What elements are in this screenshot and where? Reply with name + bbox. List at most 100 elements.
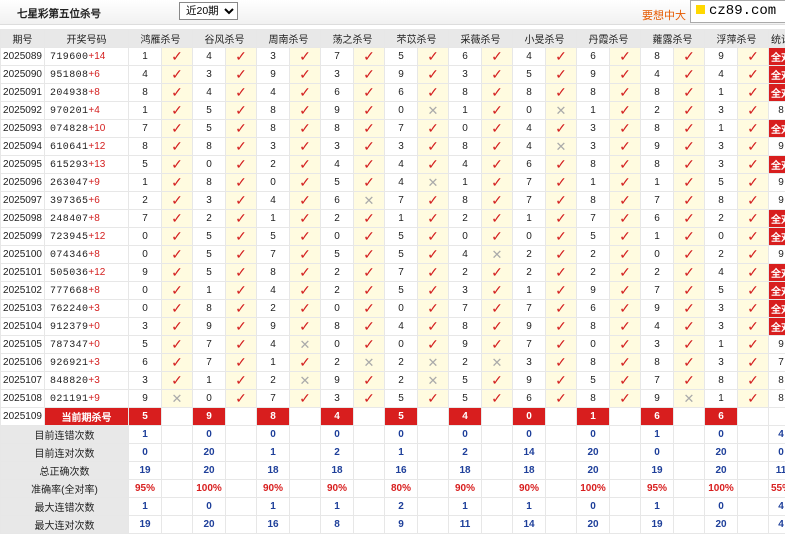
summary-blank-cell bbox=[482, 426, 513, 444]
kill-number-cell: 8 bbox=[257, 264, 290, 282]
stat-cell: 9 bbox=[769, 336, 785, 354]
summary-value: 1 bbox=[513, 498, 546, 516]
kill-number-cell: 0 bbox=[129, 282, 162, 300]
header-expert: 丹霞杀号 bbox=[577, 30, 641, 48]
promo-link[interactable]: 要想中大 bbox=[642, 7, 686, 23]
summary-blank-cell bbox=[546, 444, 577, 462]
check-icon: ✓ bbox=[491, 228, 503, 244]
kill-number-cell: 9 bbox=[577, 282, 610, 300]
current-blank-cell bbox=[162, 408, 193, 426]
summary-blank-cell bbox=[162, 480, 193, 498]
correct-mark-icon: ✓ bbox=[162, 66, 193, 84]
kill-number-cell: 3 bbox=[257, 48, 290, 66]
summary-value: 0 bbox=[577, 498, 610, 516]
kill-number-cell: 0 bbox=[641, 246, 674, 264]
kill-number-cell: 9 bbox=[705, 48, 738, 66]
check-icon: ✓ bbox=[427, 318, 439, 334]
check-icon: ✓ bbox=[299, 264, 311, 280]
kill-number-cell: 8 bbox=[193, 138, 226, 156]
watermark-square-icon bbox=[696, 5, 705, 14]
check-icon: ✓ bbox=[171, 354, 183, 370]
summary-blank-cell bbox=[162, 444, 193, 462]
summary-blank-cell bbox=[610, 426, 641, 444]
check-icon: ✓ bbox=[747, 336, 759, 352]
summary-blank-cell bbox=[738, 426, 769, 444]
summary-value: 0 bbox=[193, 426, 226, 444]
summary-value: 1 bbox=[257, 444, 290, 462]
check-icon: ✓ bbox=[491, 336, 503, 352]
period-range-select[interactable]: 近20期 bbox=[179, 2, 238, 20]
kill-number-cell: 8 bbox=[257, 120, 290, 138]
top-bar: 七星彩第五位杀号 近20期 要想中大 bbox=[0, 0, 785, 25]
check-icon: ✓ bbox=[235, 264, 247, 280]
summary-stat-value: 55% bbox=[769, 480, 785, 498]
kill-number-cell: 8 bbox=[577, 84, 610, 102]
correct-mark-icon: ✓ bbox=[226, 210, 257, 228]
kill-number-cell: 5 bbox=[193, 264, 226, 282]
kill-number-cell: 8 bbox=[257, 102, 290, 120]
wrong-mark-icon: ✕ bbox=[418, 354, 449, 372]
check-icon: ✓ bbox=[491, 120, 503, 136]
correct-mark-icon: ✓ bbox=[418, 282, 449, 300]
check-icon: ✓ bbox=[363, 372, 375, 388]
check-icon: ✓ bbox=[683, 210, 695, 226]
kill-number-cell: 9 bbox=[129, 264, 162, 282]
check-icon: ✓ bbox=[171, 210, 183, 226]
check-icon: ✓ bbox=[555, 372, 567, 388]
correct-mark-icon: ✓ bbox=[418, 66, 449, 84]
kill-number-cell: 4 bbox=[641, 318, 674, 336]
cross-icon: ✕ bbox=[556, 139, 567, 154]
kill-number-cell: 5 bbox=[705, 282, 738, 300]
check-icon: ✓ bbox=[683, 264, 695, 280]
check-icon: ✓ bbox=[491, 192, 503, 208]
stat-cell: 全对 bbox=[769, 210, 785, 228]
check-icon: ✓ bbox=[363, 84, 375, 100]
check-icon: ✓ bbox=[491, 282, 503, 298]
kill-number-cell: 6 bbox=[577, 48, 610, 66]
correct-mark-icon: ✓ bbox=[290, 138, 321, 156]
wrong-mark-icon: ✕ bbox=[354, 192, 385, 210]
summary-value: 1 bbox=[257, 498, 290, 516]
summary-blank-cell bbox=[226, 480, 257, 498]
correct-mark-icon: ✓ bbox=[610, 354, 641, 372]
check-icon: ✓ bbox=[427, 390, 439, 406]
check-icon: ✓ bbox=[619, 174, 631, 190]
correct-mark-icon: ✓ bbox=[482, 102, 513, 120]
check-icon: ✓ bbox=[491, 138, 503, 154]
kill-number-cell: 6 bbox=[641, 210, 674, 228]
kill-number-cell: 3 bbox=[449, 66, 482, 84]
correct-mark-icon: ✓ bbox=[354, 390, 385, 408]
draw-cell: 397365+6 bbox=[45, 192, 129, 210]
check-icon: ✓ bbox=[747, 102, 759, 118]
kill-number-cell: 0 bbox=[513, 228, 546, 246]
correct-mark-icon: ✓ bbox=[674, 210, 705, 228]
correct-mark-icon: ✓ bbox=[226, 66, 257, 84]
table-row: 2025093074828+107✓5✓8✓8✓7✓0✓4✓3✓8✓1✓全对 bbox=[1, 120, 785, 138]
kill-number-cell: 7 bbox=[385, 264, 418, 282]
summary-blank-cell bbox=[482, 444, 513, 462]
kill-number-cell: 3 bbox=[321, 66, 354, 84]
summary-blank-cell bbox=[354, 462, 385, 480]
summary-blank-cell bbox=[738, 516, 769, 534]
check-icon: ✓ bbox=[555, 48, 567, 64]
correct-mark-icon: ✓ bbox=[354, 282, 385, 300]
table-row: 2025101505036+129✓5✓8✓2✓7✓2✓2✓2✓2✓4✓全对 bbox=[1, 264, 785, 282]
kill-number-cell: 8 bbox=[577, 156, 610, 174]
kill-number-cell: 8 bbox=[641, 354, 674, 372]
draw-cell: 204938+8 bbox=[45, 84, 129, 102]
kill-number-cell: 8 bbox=[641, 48, 674, 66]
correct-mark-icon: ✓ bbox=[546, 282, 577, 300]
check-icon: ✓ bbox=[299, 48, 311, 64]
correct-mark-icon: ✓ bbox=[354, 318, 385, 336]
correct-mark-icon: ✓ bbox=[162, 264, 193, 282]
correct-mark-icon: ✓ bbox=[290, 300, 321, 318]
summary-blank-cell bbox=[738, 498, 769, 516]
check-icon: ✓ bbox=[619, 48, 631, 64]
draw-plus: +9 bbox=[88, 393, 99, 404]
check-icon: ✓ bbox=[555, 336, 567, 352]
draw-cell: 248407+8 bbox=[45, 210, 129, 228]
summary-blank-cell bbox=[418, 444, 449, 462]
summary-value: 0 bbox=[705, 498, 738, 516]
correct-mark-icon: ✓ bbox=[290, 354, 321, 372]
correct-mark-icon: ✓ bbox=[674, 336, 705, 354]
